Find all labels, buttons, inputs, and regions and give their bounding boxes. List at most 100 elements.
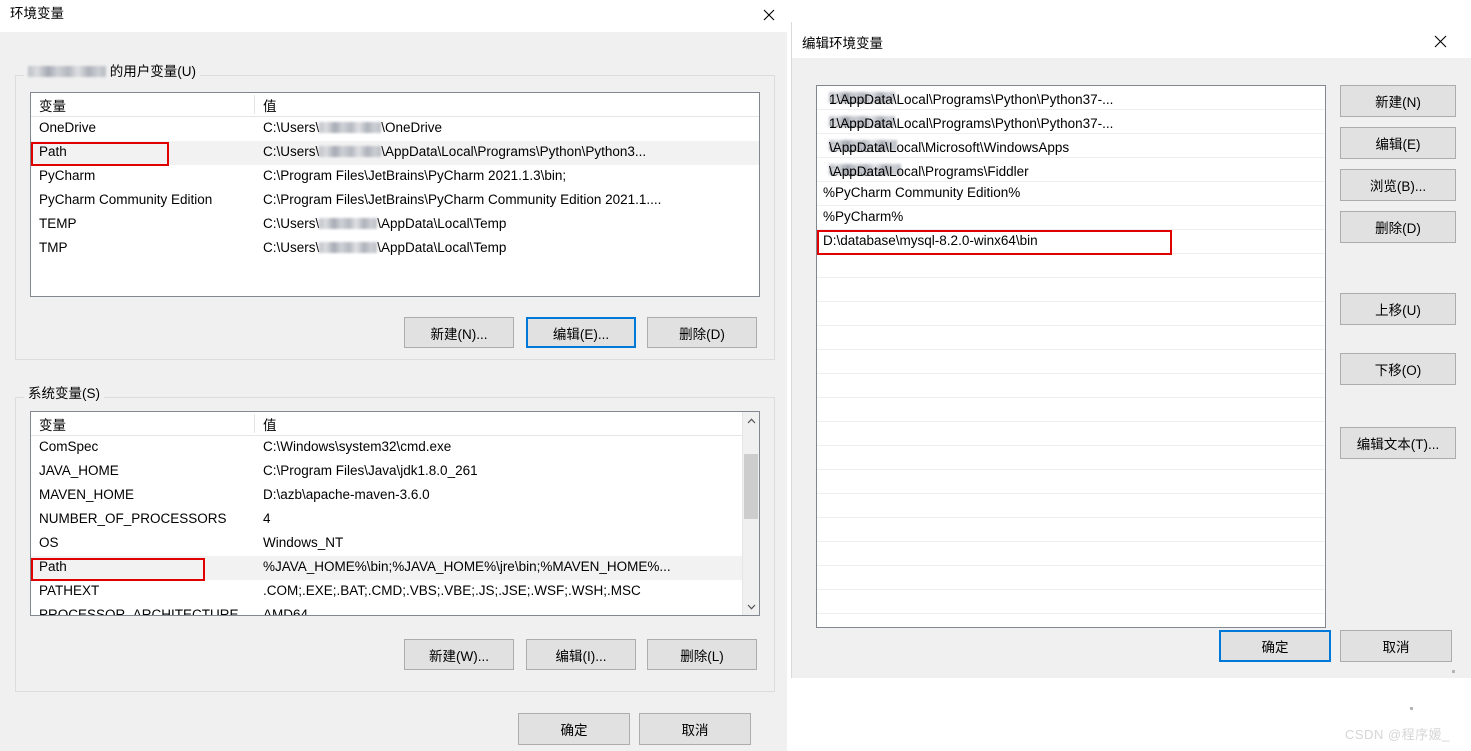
table-row[interactable]: MAVEN_HOME D:\azb\apache-maven-3.6.0 [31,484,759,508]
env-cancel-button[interactable]: 取消 [639,713,751,745]
table-row[interactable]: NUMBER_OF_PROCESSORS 4 [31,508,759,532]
chevron-down-icon[interactable] [743,598,759,615]
move-up-button[interactable]: 上移(U) [1340,293,1456,325]
variable-value: AMD64 [263,607,309,616]
variable-value: C:\Users\ \OneDrive [263,120,442,135]
list-item-empty[interactable] [817,254,1325,278]
close-icon[interactable] [1418,26,1463,56]
list-item[interactable]: C:\Users\1\AppData\Local\Programs\Python… [817,86,1325,110]
edit-environment-variable-dialog: 编辑环境变量 C:\Users\1\AppData\Local\Programs… [791,22,1471,678]
user-edit-button[interactable]: 编辑(E)... [526,317,636,348]
variable-value: 4 [263,511,271,526]
list-item-empty[interactable] [817,566,1325,590]
move-down-button[interactable]: 下移(O) [1340,353,1456,385]
edit-ok-button[interactable]: 确定 [1219,630,1331,662]
list-item-empty[interactable] [817,326,1325,350]
list-item-empty[interactable] [817,590,1325,614]
list-item-empty[interactable] [817,470,1325,494]
value-prefix: C:\Users\ [263,240,320,255]
list-item-empty[interactable] [817,398,1325,422]
edit-cancel-button[interactable]: 取消 [1340,630,1452,662]
browse-button[interactable]: 浏览(B)... [1340,169,1456,201]
table-row[interactable]: PROCESSOR_ARCHITECTURE AMD64 [31,604,759,616]
table-row[interactable]: Path C:\Users\ \AppData\Local\Programs\Py… [31,141,759,165]
variable-name: TEMP [39,216,77,231]
table-row[interactable]: PATHEXT .COM;.EXE;.BAT;.CMD;.VBS;.VBE;.J… [31,580,759,604]
table-row[interactable]: OS Windows_NT [31,532,759,556]
variable-value: C:\Program Files\JetBrains\PyCharm Commu… [263,192,662,207]
column-separator [254,95,255,114]
variable-name: OneDrive [39,120,97,135]
variable-name: NUMBER_OF_PROCESSORS [39,511,227,526]
column-separator [254,414,255,433]
list-item-empty[interactable] [817,302,1325,326]
list-item-empty[interactable] [817,446,1325,470]
redacted-username [319,218,378,229]
system-col-value[interactable]: 值 [263,414,277,434]
user-col-value[interactable]: 值 [263,95,277,115]
table-row[interactable]: OneDrive C:\Users\ \OneDrive [31,117,759,141]
resize-grip-dot [1452,670,1455,673]
user-new-button[interactable]: 新建(N)... [404,317,514,348]
system-edit-button[interactable]: 编辑(I)... [526,639,636,670]
variable-name: Path [39,559,67,574]
variable-name: TMP [39,240,68,255]
list-item[interactable]: C:\Users\\AppData\Local\Programs\Fiddler [817,158,1325,182]
user-delete-button[interactable]: 删除(D) [647,317,757,348]
value-suffix: \AppData\Local\Programs\Python\Python3..… [381,144,647,159]
user-col-name[interactable]: 变量 [39,95,66,115]
user-variables-list[interactable]: 变量 值 OneDrive C:\Users\ \OneDrive Path C:… [30,92,760,297]
list-item[interactable]: %PyCharm Community Edition% [817,182,1325,206]
value-prefix: C:\Users\ [263,144,320,159]
value-suffix: \AppData\Local\Temp [377,240,507,255]
list-item[interactable]: C:\Users\\AppData\Local\Microsoft\Window… [817,134,1325,158]
chevron-up-icon[interactable] [743,412,759,429]
env-ok-button[interactable]: 确定 [518,713,630,745]
list-item-empty[interactable] [817,494,1325,518]
system-variables-list[interactable]: 变量 值 ComSpec C:\Windows\system32\cmd.exe… [30,411,760,616]
table-row[interactable]: Path %JAVA_HOME%\bin;%JAVA_HOME%\jre\bin… [31,556,759,580]
redacted-username [28,66,106,77]
list-item-empty[interactable] [817,422,1325,446]
variable-value: C:\Program Files\JetBrains\PyCharm 2021.… [263,168,567,183]
list-item-empty[interactable] [817,542,1325,566]
system-new-button[interactable]: 新建(W)... [404,639,514,670]
user-variables-group-label: 的用户变量(U) [24,60,200,80]
list-item-empty[interactable] [817,350,1325,374]
table-row[interactable]: ComSpec C:\Windows\system32\cmd.exe [31,436,759,460]
value-prefix: C:\Users\ [263,120,320,135]
value-prefix: C:\Users\ [263,216,320,231]
list-item[interactable]: C:\Users\1\AppData\Local\Programs\Python… [817,110,1325,134]
list-item[interactable]: %PyCharm% [817,206,1325,230]
variable-value: C:\Users\ \AppData\Local\Programs\Python\… [263,144,646,159]
path-entry-text: D:\database\mysql-8.2.0-winx64\bin [823,233,1038,248]
variable-name: PATHEXT [39,583,100,598]
path-suffix: \AppData\Local\Programs\Fiddler [829,164,1029,179]
variable-value: D:\azb\apache-maven-3.6.0 [263,487,430,502]
table-row[interactable]: PyCharm Community Edition C:\Program Fil… [31,189,759,213]
table-row[interactable]: TEMP C:\Users\ \AppData\Local\Temp [31,213,759,237]
list-item[interactable]: D:\database\mysql-8.2.0-winx64\bin [817,230,1325,254]
system-col-name[interactable]: 变量 [39,414,66,434]
system-list-scrollbar[interactable] [742,412,759,615]
list-item-empty[interactable] [817,518,1325,542]
new-button[interactable]: 新建(N) [1340,85,1456,117]
table-row[interactable]: PyCharm C:\Program Files\JetBrains\PyCha… [31,165,759,189]
scrollbar-thumb[interactable] [744,454,758,519]
stray-pixel [1410,707,1413,710]
variable-name: ComSpec [39,439,99,454]
table-row[interactable]: TMP C:\Users\ \AppData\Local\Temp [31,237,759,261]
path-entries-list[interactable]: C:\Users\1\AppData\Local\Programs\Python… [816,85,1326,628]
system-delete-button[interactable]: 删除(L) [647,639,757,670]
table-row[interactable]: JAVA_HOME C:\Program Files\Java\jdk1.8.0… [31,460,759,484]
path-entry-text: %PyCharm% [823,209,904,224]
edit-button[interactable]: 编辑(E) [1340,127,1456,159]
list-item-empty[interactable] [817,374,1325,398]
environment-variables-dialog: 环境变量 的用户变量(U) 变量 值 OneDrive C:\Users\ \O… [0,0,787,751]
close-icon[interactable] [746,0,791,30]
list-item-empty[interactable] [817,278,1325,302]
delete-button[interactable]: 删除(D) [1340,211,1456,243]
variable-name: PROCESSOR_ARCHITECTURE [39,607,239,616]
edit-text-button[interactable]: 编辑文本(T)... [1340,427,1456,459]
variable-value: C:\Users\ \AppData\Local\Temp [263,240,506,255]
